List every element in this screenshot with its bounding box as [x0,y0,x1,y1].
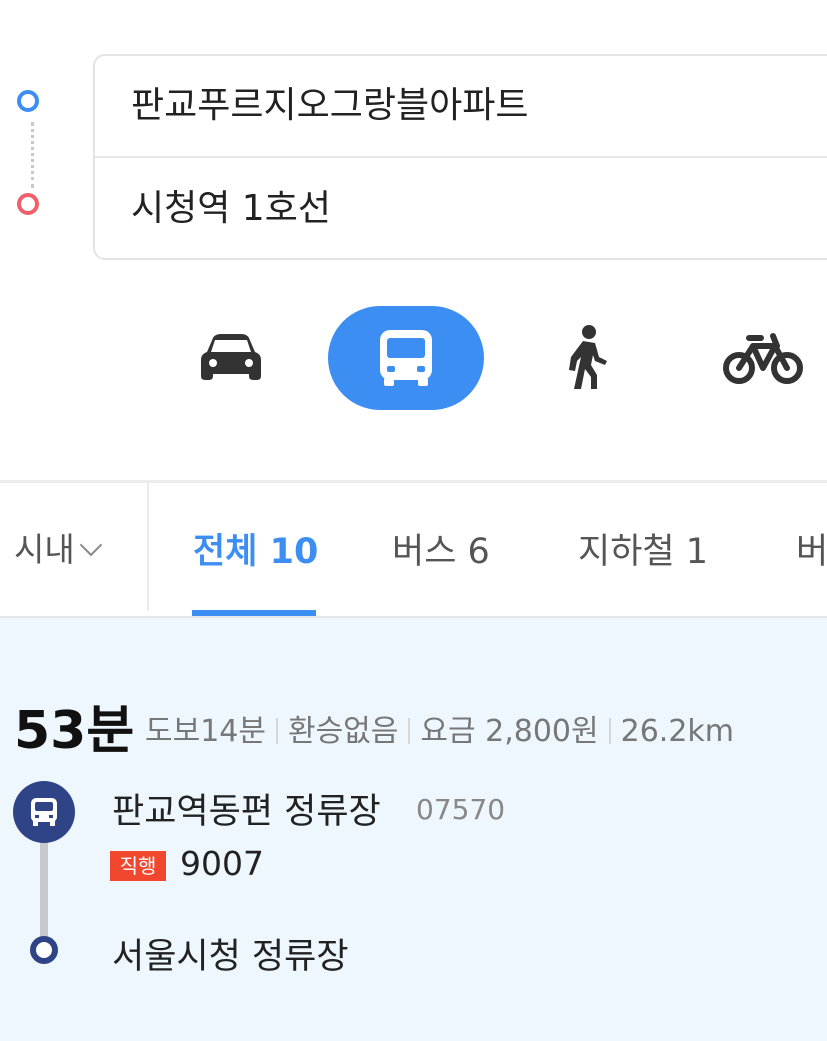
mode-car-button[interactable] [196,318,266,398]
boarding-stop-id: 07570 [416,793,506,826]
input-divider [95,156,827,158]
origin-input[interactable]: 판교푸르지오그랑블아파트 [131,56,811,156]
boarding-stop-name: 판교역동편 정류장 [112,792,381,832]
fare: 요금 2,800원 [420,714,599,749]
route-summary: 도보14분 환승없음 요금 2,800원 26.2km [145,706,734,750]
route-input-box: 판교푸르지오그랑블아파트 시청역 1호선 [93,54,827,260]
tab-bus-subway[interactable]: 버 [796,523,827,574]
summary-divider [275,718,278,744]
tab-bar: 시내 전체 10 버스 6 지하철 1 버 [0,480,827,618]
distance: 26.2km [620,714,735,749]
mode-walk-button[interactable] [555,318,617,398]
tab-divider [147,483,149,611]
route-result-card[interactable]: 53분 도보14분 환승없음 요금 2,800원 26.2km 판교역동편 정류장 0… [0,618,827,1041]
car-icon [201,334,261,380]
alight-stop-node [30,936,58,964]
origin-marker-icon [17,90,39,112]
mode-bike-button[interactable] [722,318,804,398]
transfer-count: 환승없음 [287,714,399,749]
destination-marker-icon [17,193,39,215]
tab-subway[interactable]: 지하철 1 [578,523,708,574]
tab-bus[interactable]: 버스 6 [392,523,490,574]
bicycle-icon [723,333,803,384]
bus-stop-node [13,781,75,843]
chevron-down-icon [79,533,103,557]
bus-icon [31,798,57,826]
summary-divider [408,718,411,744]
walk-time: 도보14분 [145,714,266,749]
bus-number: 9007 [180,844,264,883]
tab-all[interactable]: 전체 10 [193,523,318,574]
walk-icon [569,325,607,389]
express-badge: 직행 [110,851,166,881]
region-label: 시내 [14,530,75,569]
destination-input[interactable]: 시청역 1호선 [131,159,811,259]
total-duration: 53분 [14,701,135,761]
route-connector [31,122,34,188]
summary-divider [608,718,611,744]
mode-bus-button[interactable] [328,306,484,410]
alight-stop-name: 서울시청 정류장 [112,937,349,977]
bus-icon [380,330,432,386]
region-dropdown[interactable]: 시내 [14,523,103,571]
active-tab-indicator [192,610,316,616]
